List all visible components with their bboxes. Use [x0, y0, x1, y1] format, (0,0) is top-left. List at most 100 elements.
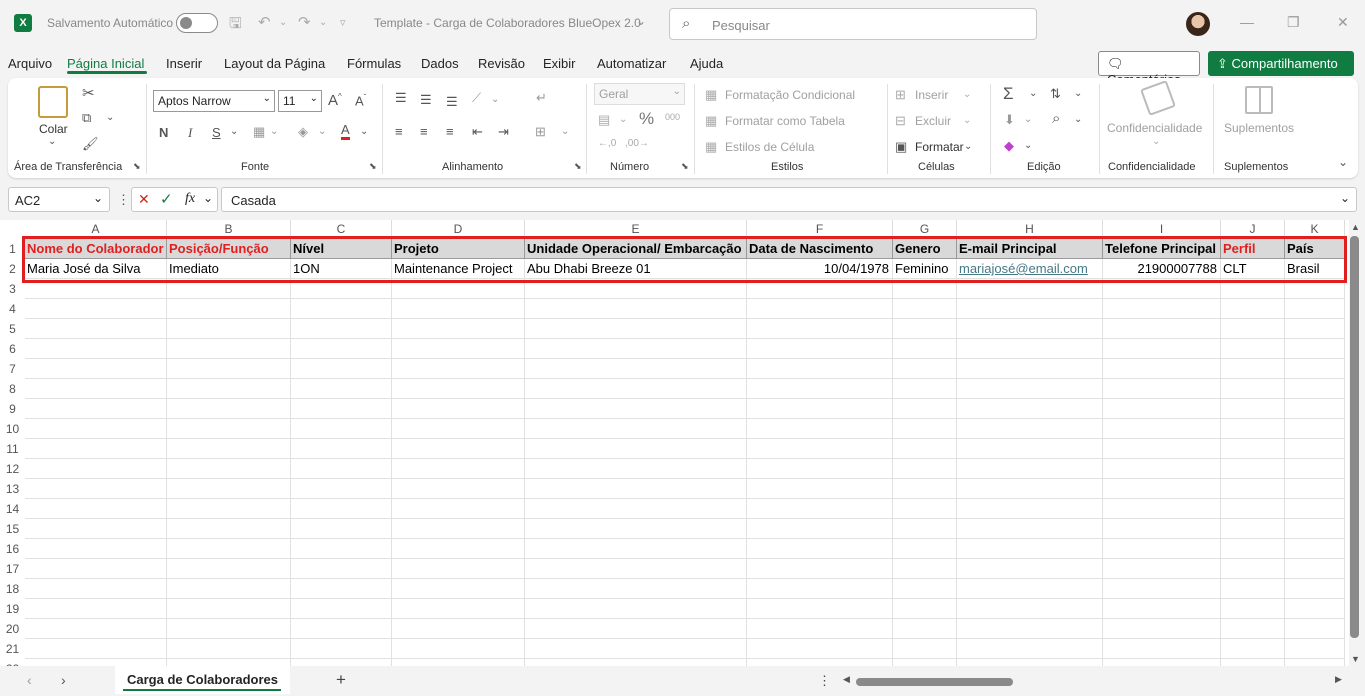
empty-cell[interactable] — [25, 279, 167, 299]
column-header-c[interactable]: C — [291, 220, 392, 239]
empty-cell[interactable] — [525, 399, 747, 419]
empty-cell[interactable] — [291, 599, 392, 619]
empty-cell[interactable] — [291, 619, 392, 639]
empty-cell[interactable] — [525, 539, 747, 559]
empty-cell[interactable] — [25, 419, 167, 439]
empty-cell[interactable] — [893, 639, 957, 659]
autosum-icon[interactable]: Σ — [1003, 84, 1014, 104]
empty-cell[interactable] — [957, 319, 1103, 339]
empty-cell[interactable] — [291, 359, 392, 379]
empty-cell[interactable] — [1103, 659, 1221, 666]
font-color-dropdown-icon[interactable]: ⌄ — [360, 126, 368, 137]
empty-cell[interactable] — [291, 559, 392, 579]
empty-cell[interactable] — [167, 499, 291, 519]
clear-icon[interactable]: ◆ — [1004, 138, 1014, 154]
empty-cell[interactable] — [893, 439, 957, 459]
header-cell-d[interactable]: Projeto — [392, 239, 525, 259]
empty-cell[interactable] — [1221, 479, 1285, 499]
empty-cell[interactable] — [25, 379, 167, 399]
addins-button[interactable]: Suplementos — [1224, 121, 1294, 135]
prev-sheet-icon[interactable]: ‹ — [27, 672, 32, 688]
empty-cell[interactable] — [25, 459, 167, 479]
empty-cell[interactable] — [291, 419, 392, 439]
empty-cell[interactable] — [893, 619, 957, 639]
empty-cell[interactable] — [893, 419, 957, 439]
title-dropdown-icon[interactable]: ⌄ — [636, 14, 646, 28]
empty-cell[interactable] — [1103, 439, 1221, 459]
decrease-indent-icon[interactable]: ⇤ — [472, 124, 483, 140]
empty-cell[interactable] — [392, 299, 525, 319]
data-cell-f2[interactable]: 10/04/1978 — [747, 259, 893, 279]
empty-cell[interactable] — [1285, 359, 1345, 379]
empty-cell[interactable] — [1103, 579, 1221, 599]
empty-cell[interactable] — [957, 579, 1103, 599]
empty-cell[interactable] — [1103, 539, 1221, 559]
empty-cell[interactable] — [525, 459, 747, 479]
restore-icon[interactable]: ❐ — [1287, 14, 1300, 31]
menu-inserir[interactable]: Inserir — [166, 56, 202, 71]
row-header-20[interactable]: 20 — [0, 619, 25, 639]
empty-cell[interactable] — [1221, 359, 1285, 379]
empty-cell[interactable] — [525, 439, 747, 459]
data-cell-c2[interactable]: 1ON — [291, 259, 392, 279]
empty-cell[interactable] — [1221, 419, 1285, 439]
empty-cell[interactable] — [747, 279, 893, 299]
empty-cell[interactable] — [167, 339, 291, 359]
empty-cell[interactable] — [1221, 299, 1285, 319]
column-header-a[interactable]: A — [25, 220, 167, 239]
menu-layout[interactable]: Layout da Página — [224, 56, 325, 71]
empty-cell[interactable] — [893, 659, 957, 666]
row-header-2[interactable]: 2 — [0, 259, 25, 279]
align-left-icon[interactable]: ≡ — [395, 124, 403, 139]
header-cell-j[interactable]: Perfil — [1221, 239, 1285, 259]
search-box[interactable]: ⌕ Pesquisar — [669, 8, 1037, 40]
empty-cell[interactable] — [25, 519, 167, 539]
align-bottom-icon[interactable]: ☰ — [446, 94, 458, 110]
add-sheet-button[interactable]: + — [336, 670, 346, 690]
empty-cell[interactable] — [957, 559, 1103, 579]
row-header-19[interactable]: 19 — [0, 599, 25, 619]
empty-cell[interactable] — [167, 379, 291, 399]
data-cell-j2[interactable]: CLT — [1221, 259, 1285, 279]
empty-cell[interactable] — [957, 459, 1103, 479]
paste-icon[interactable] — [38, 86, 68, 118]
header-cell-b[interactable]: Posição/Função — [167, 239, 291, 259]
empty-cell[interactable] — [1103, 279, 1221, 299]
empty-cell[interactable] — [392, 379, 525, 399]
empty-cell[interactable] — [1103, 359, 1221, 379]
column-header-f[interactable]: F — [747, 220, 893, 239]
empty-cell[interactable] — [1103, 479, 1221, 499]
column-header-i[interactable]: I — [1103, 220, 1221, 239]
empty-cell[interactable] — [25, 579, 167, 599]
enter-icon[interactable]: ✓ — [160, 190, 173, 208]
autosum-dropdown-icon[interactable]: ⌄ — [1029, 88, 1037, 99]
empty-cell[interactable] — [893, 379, 957, 399]
borders-icon[interactable]: ▦ — [253, 124, 265, 140]
row-header-6[interactable]: 6 — [0, 339, 25, 359]
column-header-e[interactable]: E — [525, 220, 747, 239]
empty-cell[interactable] — [957, 499, 1103, 519]
empty-cell[interactable] — [525, 299, 747, 319]
empty-cell[interactable] — [1285, 619, 1345, 639]
empty-cell[interactable] — [893, 359, 957, 379]
data-cell-h2[interactable]: mariajosé@email.com — [957, 259, 1103, 279]
empty-cell[interactable] — [25, 619, 167, 639]
empty-cell[interactable] — [1221, 319, 1285, 339]
empty-cell[interactable] — [25, 399, 167, 419]
empty-cell[interactable] — [747, 339, 893, 359]
empty-cell[interactable] — [747, 299, 893, 319]
empty-cell[interactable] — [525, 499, 747, 519]
empty-cell[interactable] — [747, 419, 893, 439]
empty-cell[interactable] — [1103, 339, 1221, 359]
header-cell-g[interactable]: Genero — [893, 239, 957, 259]
empty-cell[interactable] — [525, 639, 747, 659]
font-color-icon[interactable]: A — [341, 122, 350, 140]
empty-cell[interactable] — [1285, 559, 1345, 579]
empty-cell[interactable] — [1285, 519, 1345, 539]
data-cell-g2[interactable]: Feminino — [893, 259, 957, 279]
percent-icon[interactable]: % — [639, 109, 654, 129]
empty-cell[interactable] — [1221, 519, 1285, 539]
copy-icon[interactable]: ⧉ — [82, 110, 91, 126]
empty-cell[interactable] — [747, 399, 893, 419]
row-header-4[interactable]: 4 — [0, 299, 25, 319]
